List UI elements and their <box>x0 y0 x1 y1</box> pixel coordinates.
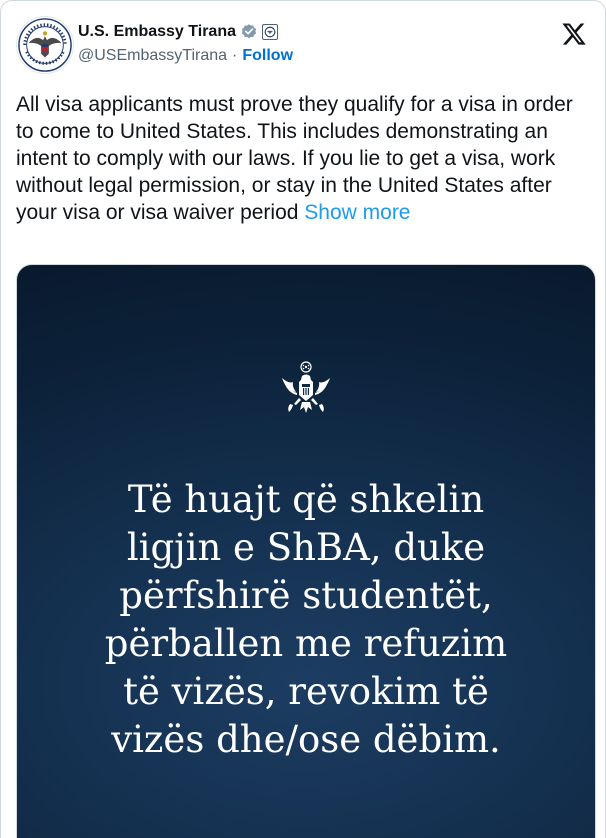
post-body-text: All visa applicants must prove they qual… <box>16 93 573 224</box>
great-seal-eagle-icon <box>282 361 330 413</box>
handle-line: @USEmbassyTirana · Follow <box>78 46 293 66</box>
government-seal-badge-icon <box>262 24 278 40</box>
post-header: U.S. Embassy Tirana @USEmbassyTirana · F… <box>16 16 590 76</box>
show-more-link[interactable]: Show more <box>304 201 410 224</box>
follow-button[interactable]: Follow <box>242 47 293 65</box>
image-caption: Të huajt që shkelin ligjin e ShBA, duke … <box>104 478 508 761</box>
avatar[interactable] <box>16 16 74 74</box>
account-handle[interactable]: @USEmbassyTirana <box>78 47 227 65</box>
name-line: U.S. Embassy Tirana <box>78 21 293 43</box>
display-name[interactable]: U.S. Embassy Tirana <box>78 23 236 41</box>
embedded-post-card: U.S. Embassy Tirana @USEmbassyTirana · F… <box>0 0 606 838</box>
account-info: U.S. Embassy Tirana @USEmbassyTirana · F… <box>78 21 293 66</box>
verified-check-icon <box>241 24 257 39</box>
post-text: All visa applicants must prove they qual… <box>16 91 594 226</box>
x-logo-icon[interactable] <box>561 21 587 47</box>
post-image[interactable]: Të huajt që shkelin ligjin e ShBA, duke … <box>16 264 596 838</box>
separator-dot: · <box>232 47 238 64</box>
embassy-seal-icon <box>18 18 72 72</box>
